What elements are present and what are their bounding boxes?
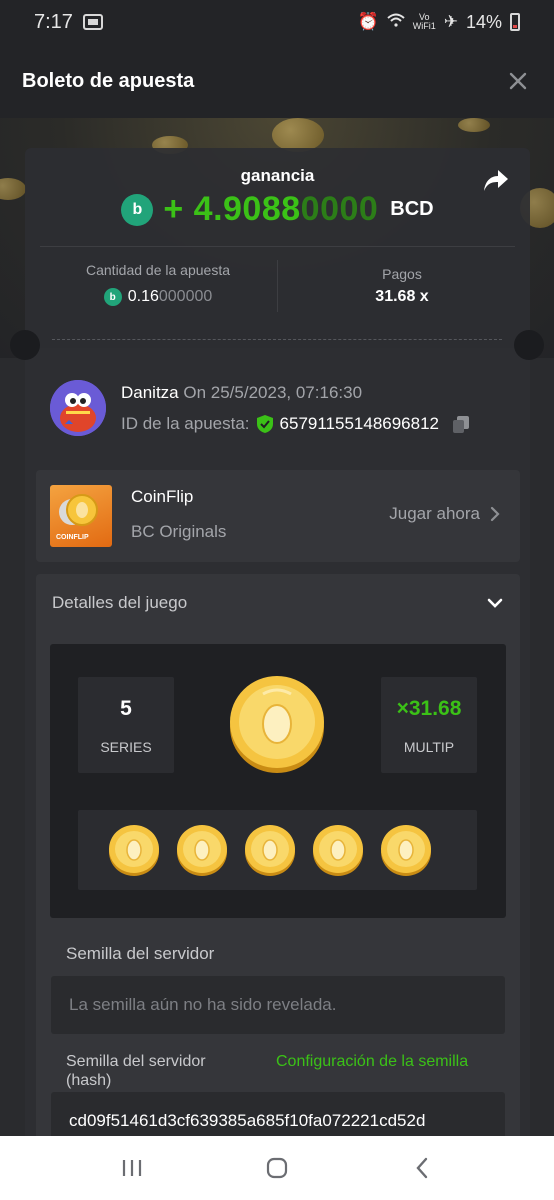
gain-amount: + 4.90880000 [163, 190, 379, 228]
bet-amount-label: Cantidad de la apuesta [86, 262, 230, 278]
server-seed-hash-field[interactable]: cd09f51461d3cf639385a685f10fa072221cd52d [51, 1092, 505, 1136]
vowifi-icon: Vo WiFi1 [412, 12, 436, 31]
recent-apps-icon [123, 1160, 142, 1176]
multiplier-value: ×31.68 [396, 697, 462, 720]
coin-icon [381, 825, 431, 876]
bg-coin-icon [458, 118, 490, 132]
copy-icon[interactable] [451, 414, 471, 434]
bcd-coin-icon: b [121, 193, 154, 226]
close-button[interactable] [504, 67, 532, 95]
coin-icon [245, 825, 295, 876]
play-now-label: Jugar ahora [389, 504, 480, 523]
bet-id-label: ID de la apuesta: [121, 414, 250, 433]
game-thumb-label: COINFLIP [56, 534, 89, 541]
bet-slip-content[interactable]: ganancia b + 4.90880000 BCD Cantidad de … [0, 118, 554, 1136]
username[interactable]: Danitza [121, 383, 179, 402]
bet-id-value: 6579115514869681​2 [279, 414, 439, 433]
user-info: Danitza On 25/5/2023, 07:16:30 ID de la … [50, 380, 520, 440]
seed-config-link[interactable]: Configuración de la semilla [276, 1052, 476, 1071]
multiplier-box: ×31.68 MULTIP [381, 677, 477, 773]
series-box: 5 SERIES [78, 677, 174, 773]
ticket-notches [10, 330, 544, 360]
bg-coin-icon [272, 118, 324, 152]
battery-icon [510, 13, 520, 31]
payout-value: 31.68 x [375, 288, 429, 305]
bg-coin-icon [0, 178, 26, 200]
coin-icon [109, 825, 159, 876]
divider [40, 246, 515, 247]
play-now-link[interactable]: Jugar ahora [389, 504, 500, 524]
system-nav-bar [0, 1136, 554, 1200]
status-bar: 7:17 ⏰ Vo WiFi1 ✈ 14% [0, 0, 554, 44]
server-seed-label: Semilla del servidor [66, 944, 215, 963]
coin-results [78, 810, 477, 890]
chevron-down-icon [487, 598, 503, 608]
notch-right [514, 330, 544, 360]
home-icon [266, 1157, 288, 1179]
back-icon [416, 1157, 427, 1179]
notification-icon [82, 14, 103, 30]
server-seed-hash-label: Semilla del servidor (hash) [66, 1053, 206, 1089]
payout-label: Pagos [382, 266, 422, 282]
series-label: SERIES [100, 739, 152, 755]
coin-icon [230, 676, 324, 773]
back-button[interactable] [402, 1148, 442, 1188]
status-time: 7:17 [34, 10, 73, 33]
game-details-toggle[interactable]: Detalles del juego [36, 574, 520, 632]
wifi-icon [387, 12, 405, 32]
user-name-line: Danitza On 25/5/2023, 07:16:30 [121, 383, 362, 403]
divider [277, 260, 278, 312]
coin-icon [313, 825, 363, 876]
gain-currency: BCD [390, 198, 434, 220]
gain-label: ganancia [240, 166, 315, 185]
game-details: Detalles del juego 5 SERIES ×31.68 MULTI… [36, 574, 520, 1136]
avatar[interactable] [50, 380, 106, 436]
coin-icon [177, 825, 227, 876]
battery-percent: 14% [465, 11, 502, 32]
bet-date: On 25/5/2023, 07:16:30 [183, 383, 363, 402]
close-icon [509, 72, 527, 90]
status-icons: ⏰ Vo WiFi1 ✈ 14% [358, 12, 520, 33]
game-provider: BC Originals [131, 522, 227, 541]
server-seed-field[interactable]: La semilla aún no ha sido revelada. [51, 976, 505, 1034]
bet-id-row: ID de la apuesta: 6579115514869681​2 [121, 414, 471, 434]
multiplier-label: MULTIP [403, 739, 455, 755]
alarm-icon: ⏰ [357, 12, 379, 31]
dashed-divider [52, 339, 502, 340]
airplane-icon: ✈ [443, 12, 458, 31]
chevron-right-icon [490, 506, 500, 522]
header: Boleto de apuesta [0, 44, 554, 118]
series-value: 5 [120, 697, 132, 720]
verified-shield-icon [256, 415, 273, 433]
home-button[interactable] [257, 1148, 297, 1188]
bcd-coin-icon: b [103, 288, 122, 306]
page-title: Boleto de apuesta [22, 69, 195, 92]
game-name: CoinFlip [131, 487, 194, 506]
bet-amount: b 0.16000000 [43, 288, 273, 306]
gain-row: b + 4.90880000 BCD [25, 190, 530, 229]
game-thumbnail[interactable]: COINFLIP [50, 485, 112, 547]
game-card[interactable]: COINFLIP CoinFlip BC Originals Jugar aho… [36, 470, 520, 562]
notch-left [10, 330, 40, 360]
recent-apps-button[interactable] [112, 1148, 152, 1188]
game-result-panel: 5 SERIES ×31.68 MULTIP [50, 644, 506, 918]
game-details-title: Detalles del juego [52, 593, 188, 612]
win-summary: ganancia b + 4.90880000 BCD Cantidad de … [25, 148, 530, 348]
